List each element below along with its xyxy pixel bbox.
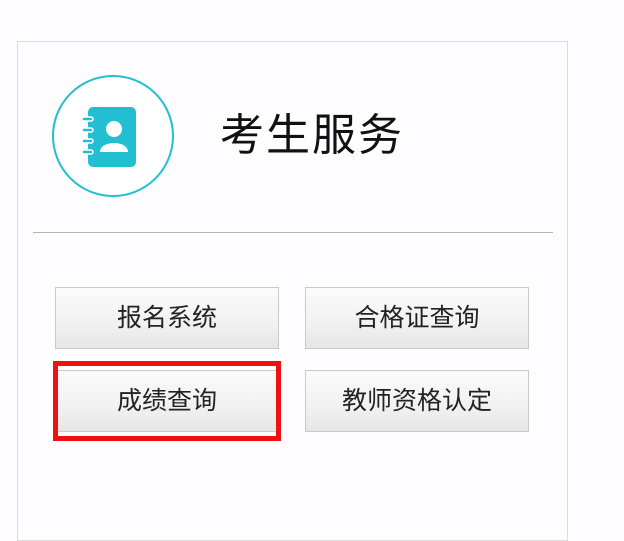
score-query-button[interactable]: 成绩查询 <box>55 370 279 432</box>
page-title: 考生服务 <box>220 110 404 161</box>
contact-book-icon <box>81 107 136 167</box>
registration-system-button[interactable]: 报名系统 <box>55 287 279 349</box>
service-icon-badge <box>52 75 174 197</box>
divider <box>33 232 553 233</box>
teacher-qualification-button[interactable]: 教师资格认定 <box>305 370 529 432</box>
certificate-query-button[interactable]: 合格证查询 <box>305 287 529 349</box>
